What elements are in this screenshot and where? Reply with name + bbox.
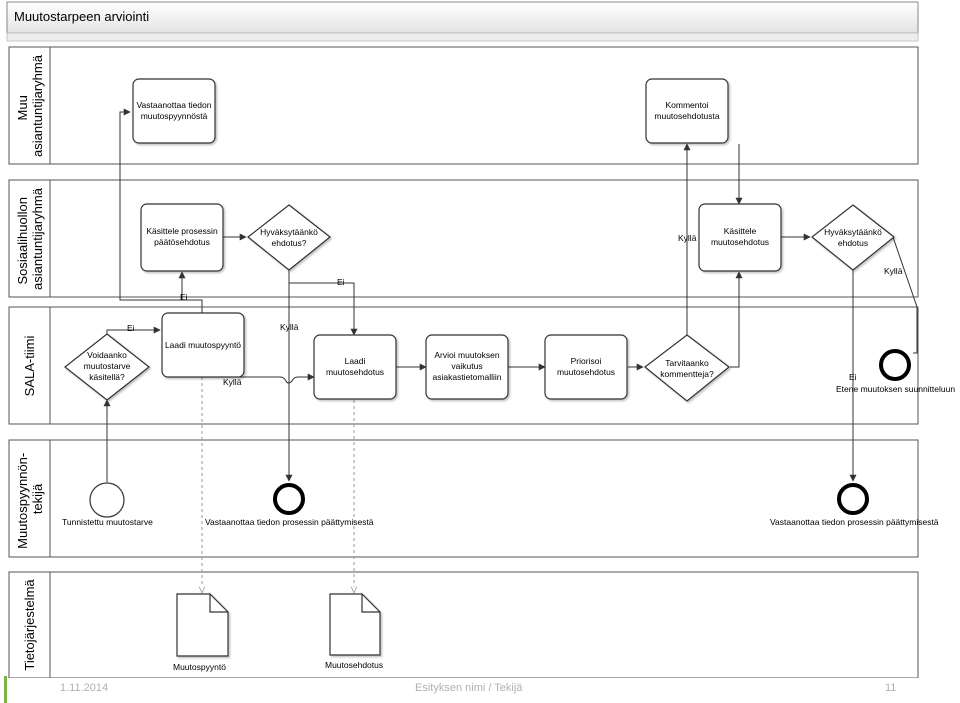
label-ei-gw1: Ei [337, 277, 345, 287]
label-kylla-gw1: Kyllä [280, 322, 299, 332]
lane-label-sosiaalihuolto: Sosiaalihuollon asiantuntijaryhmä [15, 187, 45, 290]
label-ei-gw2: Ei [849, 372, 857, 382]
task-vastaanottaa: Vastaanottaa tiedon muutospyynnöstä [132, 78, 216, 144]
task-laadi-muutosehdotus: Laadi muutosehdotus [313, 334, 397, 400]
svg-text:Tarvitaankokommentteja?: Tarvitaanko kommentteja? [660, 358, 714, 379]
process-diagram: Muutostarpeen arviointi Muu asiantuntija… [4, 1, 960, 703]
end-event-1-label: Vastaanottaa tiedon prosessin päättymise… [205, 517, 374, 527]
diagram-title: Muutostarpeen arviointi [14, 9, 149, 24]
label-kylla-gw2: Kyllä [884, 266, 903, 276]
start-event-label: Tunnistettu muutostarve [62, 517, 153, 527]
lane-tekija: Muutospyynnön- tekijä [8, 439, 919, 558]
svg-text:Laadi muutospyyntö: Laadi muutospyyntö [165, 340, 241, 350]
end-event-sala-label: Etene muutoksen suunnitteluun [836, 384, 955, 394]
task-arvioi: Arvioi muutoksen vaikutus asiakastietomall… [425, 334, 509, 400]
label-ei-kasittele: Ei [180, 292, 188, 302]
slide-footer: 1.11.2014 Esityksen nimi / Tekijä 11 [4, 676, 960, 703]
task-laadi-muutospyynto: Laadi muutospyyntö [161, 312, 245, 378]
end-event-2-label: Vastaanottaa tiedon prosessin päättymise… [770, 517, 939, 527]
end-event-sala [879, 349, 911, 381]
task-kommentoi: Kommentoi muutosehdotusta [645, 78, 729, 144]
footer-accent [4, 676, 7, 703]
lane-label-tietojarjestelma: Tietojärjestelmä [22, 579, 37, 671]
footer-date: 1.11.2014 [60, 682, 108, 694]
label-kylla-tarvitaanko: Kyllä [678, 233, 697, 243]
label-kylla-laadi: Kyllä [223, 377, 242, 387]
task-kasittele: Käsittele muutosehdotus [698, 203, 782, 272]
document-muutosehdotus-label: Muutosehdotus [325, 660, 383, 670]
svg-text:Vastaanottaa tiedonmuutospyynn: Vastaanottaa tiedon muutospyynnöstä [137, 100, 212, 121]
title-separator [6, 32, 919, 42]
document-muutospyynto-label: Muutospyyntö [173, 662, 226, 672]
task-kasittele-prosessin: Käsittele prosessin päätösehdotus [140, 203, 224, 272]
svg-text:Käsittele prosessinpäätösehdot: Käsittele prosessin päätösehdotus [146, 226, 218, 247]
label-ei-voidaanko: Ei [127, 323, 135, 333]
end-event-2 [837, 483, 869, 515]
svg-text:Voidaankomuutostarvekäsitellä?: Voidaanko muutostarve käsitellä? [84, 350, 131, 382]
footer-page: 11 [885, 682, 896, 694]
lane-label-sala: SALA-tiimi [22, 336, 37, 397]
start-event [89, 482, 125, 518]
footer-center: Esityksen nimi / Tekijä [415, 682, 523, 694]
task-priorisoi: Priorisoi muutosehdotus [544, 334, 628, 400]
end-event-1 [273, 483, 305, 515]
lane-tietojarjestelma: Tietojärjestelmä [8, 571, 919, 679]
